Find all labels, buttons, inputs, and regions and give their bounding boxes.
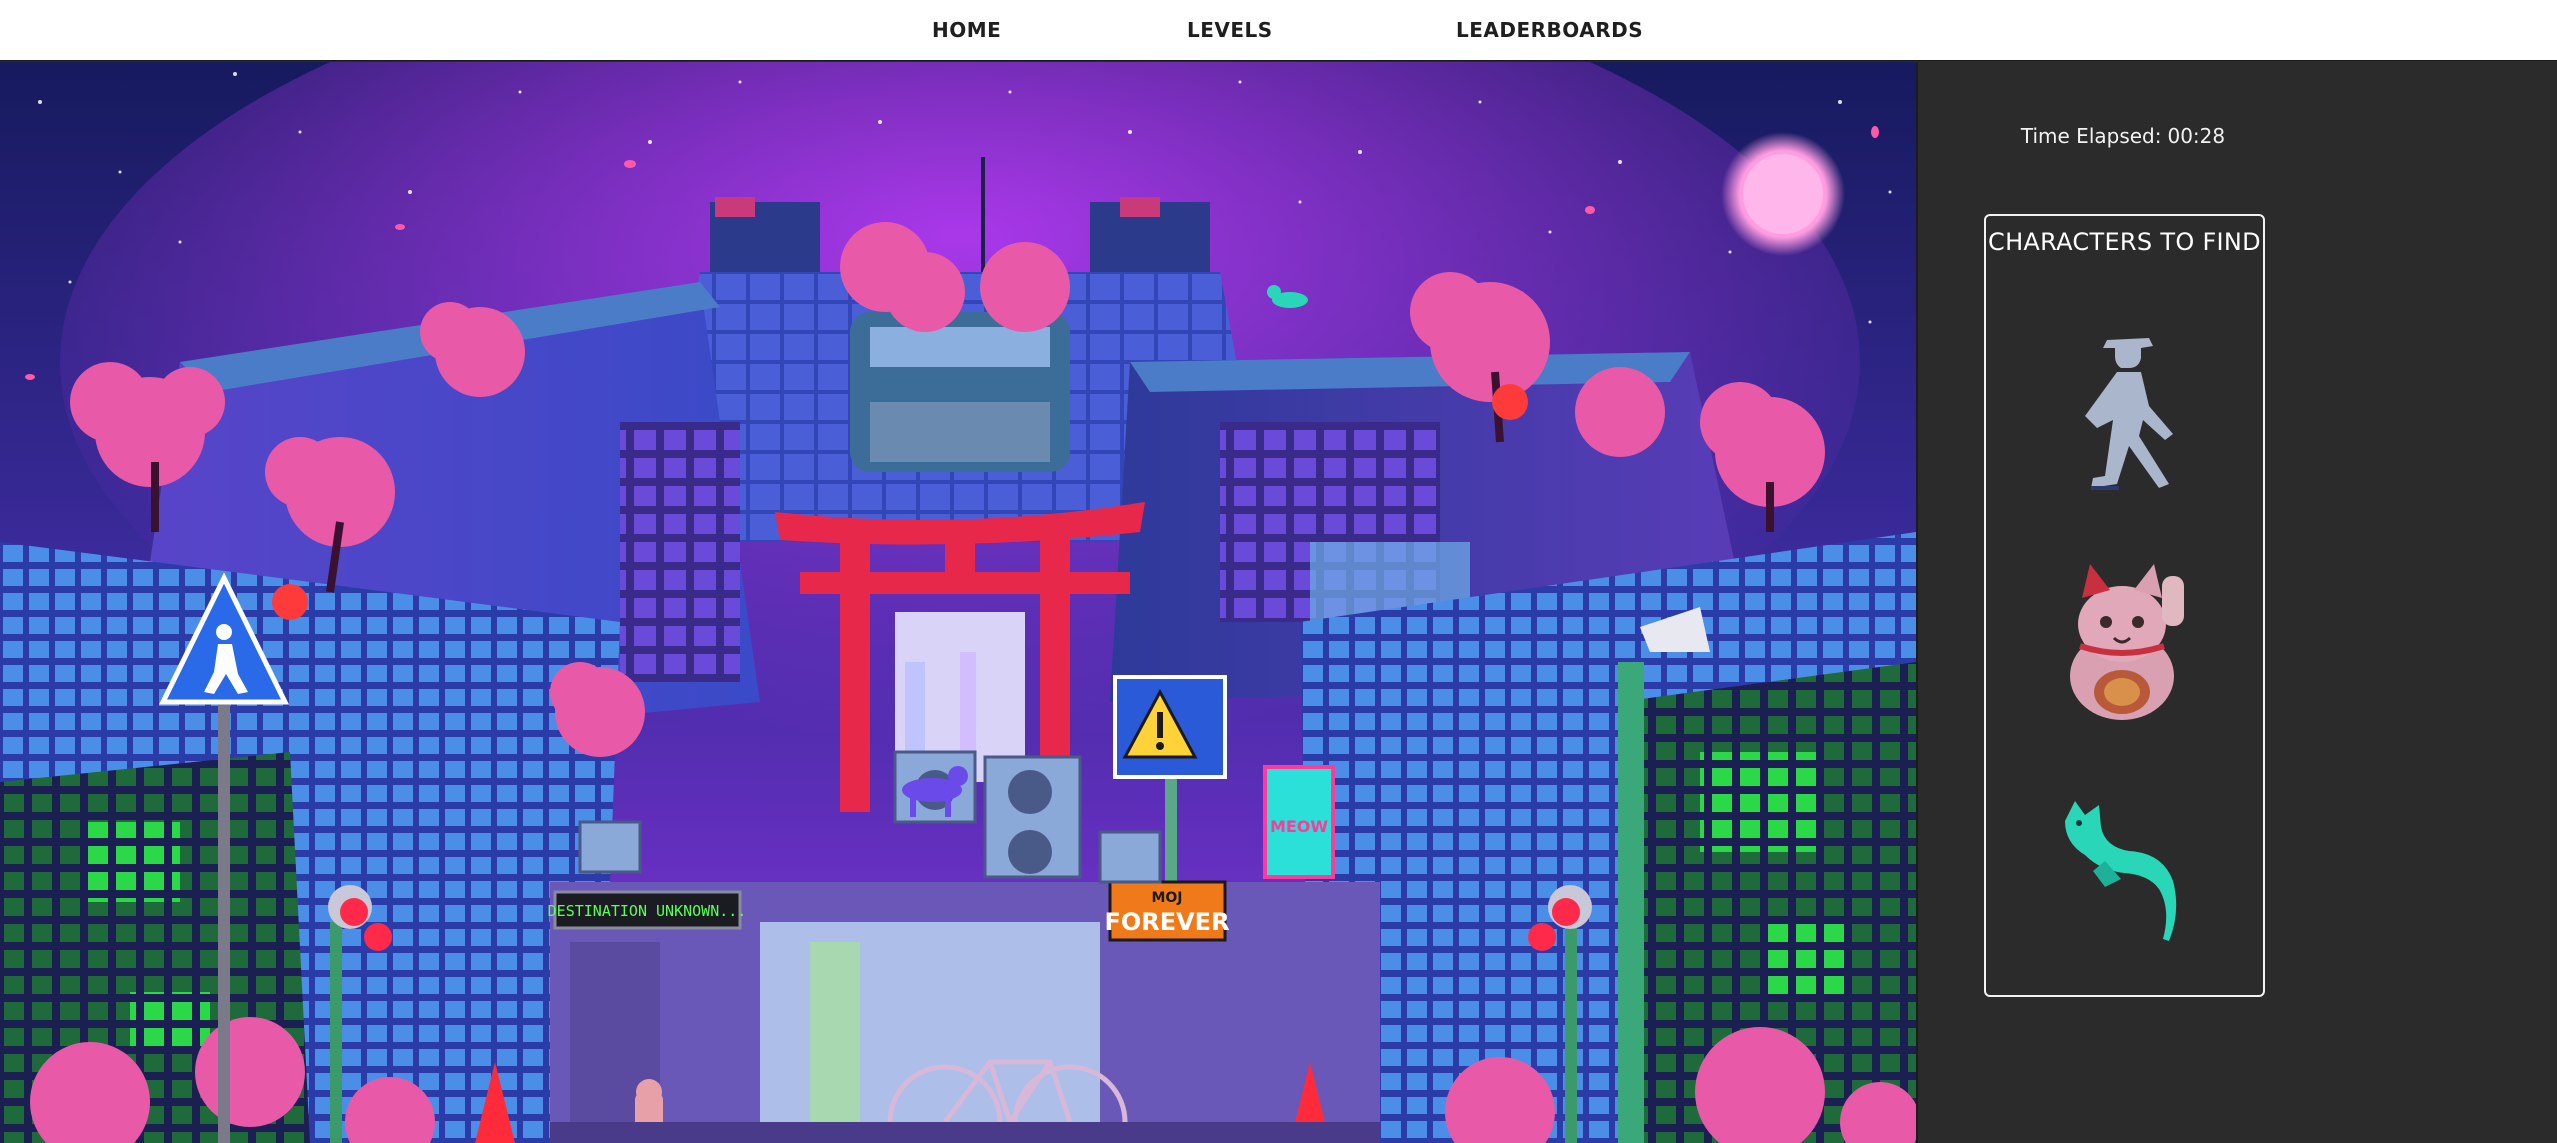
side-panel: Time Elapsed: 00:28 CHARACTERS TO FIND xyxy=(1916,62,2557,1143)
destination-sign: DESTINATION UNKNOWN... xyxy=(548,890,747,930)
neon-sign: MEOW xyxy=(1263,765,1335,879)
top-nav: HOME LEVELS LEADERBOARDS xyxy=(0,0,2557,61)
characters-to-find-panel: CHARACTERS TO FIND xyxy=(1984,214,2265,997)
svg-text:MEOW: MEOW xyxy=(1270,817,1328,836)
character-walking-man[interactable] xyxy=(2045,316,2205,500)
nav-leaderboards-link[interactable]: LEADERBOARDS xyxy=(1456,0,1643,61)
svg-text:FOREVER: FOREVER xyxy=(1104,908,1229,936)
game-scene[interactable]: DESTINATION UNKNOWN... MOJ FOREVER MEOW xyxy=(0,62,1916,1143)
characters-to-find-title: CHARACTERS TO FIND xyxy=(1988,228,2261,256)
nav-levels-link[interactable]: LEVELS xyxy=(1187,0,1273,61)
sleeping-cat-icon xyxy=(2064,801,2176,941)
svg-text:DESTINATION UNKNOWN...: DESTINATION UNKNOWN... xyxy=(548,902,747,920)
forever-sign: MOJ FOREVER xyxy=(1104,880,1230,942)
nav-home-link[interactable]: HOME xyxy=(932,0,1001,61)
walking-man-icon xyxy=(2084,338,2173,490)
timer-label: Time Elapsed: xyxy=(2020,124,2162,148)
character-teal-cat[interactable] xyxy=(2045,791,2205,955)
maneki-neko-icon xyxy=(2069,564,2184,720)
scene-illustration: DESTINATION UNKNOWN... MOJ FOREVER MEOW xyxy=(0,62,1916,1143)
svg-text:MOJ: MOJ xyxy=(1151,890,1182,906)
character-lucky-cat[interactable] xyxy=(2050,556,2200,730)
timer-value: 00:28 xyxy=(2167,124,2226,148)
time-elapsed: Time Elapsed: 00:28 xyxy=(1918,124,2328,148)
